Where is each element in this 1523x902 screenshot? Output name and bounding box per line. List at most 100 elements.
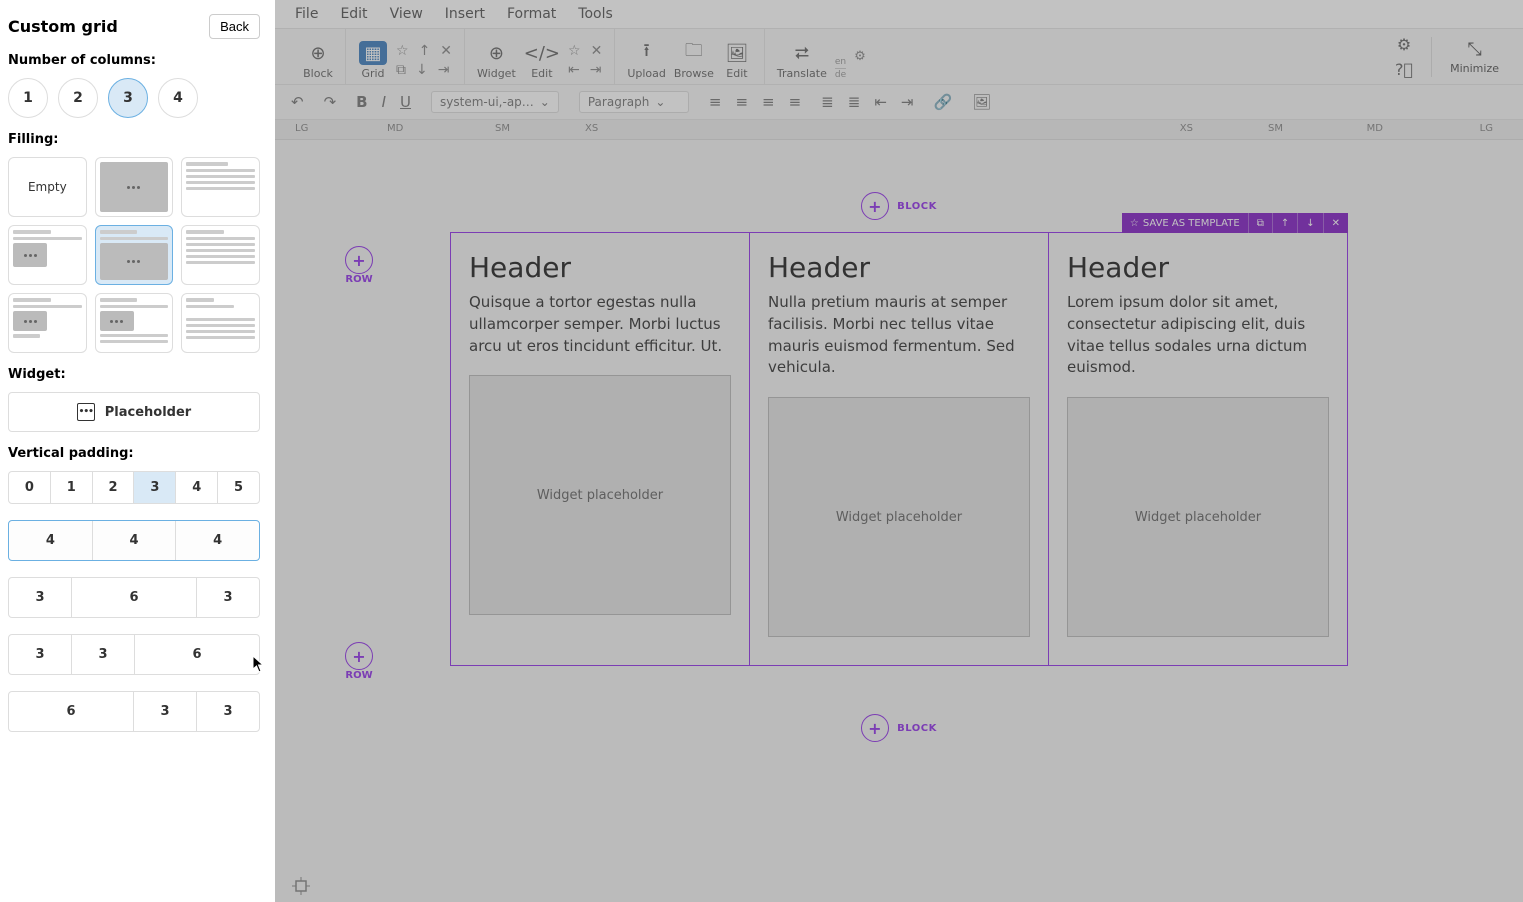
block-tool[interactable]: ⊕Block	[303, 41, 333, 80]
translate-tool[interactable]: ⮂Translate	[777, 41, 827, 80]
padding-option-5[interactable]: 5	[218, 472, 259, 503]
align-left-icon[interactable]: ≡	[709, 93, 722, 111]
grid-column-2[interactable]: Header Lorem ipsum dolor sit amet, conse…	[1049, 233, 1347, 665]
layout-row-1[interactable]: 3 6 3	[8, 577, 260, 618]
align-right-icon[interactable]: ≡	[762, 93, 775, 111]
image-icon: 🖼	[725, 41, 748, 65]
edit-widget-tool[interactable]: </>Edit	[524, 41, 560, 80]
move-up-button[interactable]: ↑	[1272, 213, 1297, 233]
copy-block-button[interactable]: ⧉	[1248, 213, 1272, 233]
column-option-1[interactable]: 1	[8, 78, 48, 118]
menu-insert[interactable]: Insert	[445, 6, 485, 22]
list-ordered-icon[interactable]: ≣	[848, 93, 861, 111]
folder-icon: 🗀	[685, 41, 703, 65]
filling-option-4[interactable]	[95, 225, 174, 285]
grid-icon: ▦	[359, 41, 386, 65]
save-as-template-button[interactable]: ☆SAVE AS TEMPLATE	[1122, 213, 1248, 233]
help-icon[interactable]: ?⃝	[1395, 60, 1413, 79]
padding-option-0[interactable]: 0	[9, 472, 51, 503]
close-icon[interactable]: ✕	[440, 43, 452, 59]
bp-sm: SM	[495, 123, 510, 134]
star-icon[interactable]: ☆	[568, 43, 581, 59]
bp-xs: XS	[585, 123, 598, 134]
filling-option-8[interactable]	[181, 293, 260, 353]
arrow-down-icon[interactable]: ↓	[416, 62, 428, 78]
widget-placeholder[interactable]: Widget placeholder	[768, 397, 1030, 637]
split-icon[interactable]: ⇥	[438, 62, 450, 78]
sliders-icon[interactable]: ⚙	[854, 49, 866, 64]
menu-edit[interactable]: Edit	[340, 6, 367, 22]
layout-row-2[interactable]: 3 3 6	[8, 634, 260, 675]
bold-icon[interactable]: B	[356, 93, 367, 111]
column-header: Header	[1067, 251, 1329, 284]
browse-tool[interactable]: 🗀Browse	[674, 41, 714, 80]
layout-cell: 3	[134, 692, 197, 731]
column-option-4[interactable]: 4	[158, 78, 198, 118]
padding-option-1[interactable]: 1	[51, 472, 93, 503]
add-row-bottom[interactable]: + ROW	[345, 642, 373, 681]
list-unordered-icon[interactable]: ≣	[821, 93, 834, 111]
sidebar-header: Custom grid Back	[8, 14, 260, 39]
indent-icon[interactable]: ⇥	[590, 62, 602, 78]
arrow-up-icon[interactable]: ↑	[419, 43, 431, 59]
widget-placeholder[interactable]: Widget placeholder	[1067, 397, 1329, 637]
padding-option-2[interactable]: 2	[93, 472, 135, 503]
padding-option-4[interactable]: 4	[176, 472, 218, 503]
column-option-3[interactable]: 3	[108, 78, 148, 118]
filling-option-1[interactable]	[95, 157, 174, 217]
menu-file[interactable]: File	[295, 6, 318, 22]
grid-tool[interactable]: ▦Grid	[358, 41, 388, 80]
add-row-top[interactable]: + ROW	[345, 246, 373, 285]
widget-tool[interactable]: ⊕Widget	[477, 41, 516, 80]
outdent-icon[interactable]: ⇤	[874, 93, 887, 111]
plus-circle-icon: ⊕	[489, 41, 504, 65]
grid-block[interactable]: ☆SAVE AS TEMPLATE ⧉ ↑ ↓ ✕ Header Quisque…	[450, 232, 1348, 666]
paragraph-style-selector[interactable]: Paragraph⌄	[579, 91, 689, 113]
filling-option-7[interactable]	[95, 293, 174, 353]
arrow-down-icon: ↓	[1306, 218, 1314, 229]
menu-view[interactable]: View	[390, 6, 423, 22]
indent-icon[interactable]: ⇥	[901, 93, 914, 111]
align-justify-icon[interactable]: ≡	[789, 93, 802, 111]
padding-option-3[interactable]: 3	[134, 472, 176, 503]
copy-icon[interactable]: ⧉	[396, 62, 406, 78]
undo-icon[interactable]: ↶	[291, 93, 304, 111]
italic-icon[interactable]: I	[382, 93, 386, 111]
upload-tool[interactable]: ⭱Upload	[627, 41, 666, 80]
image-icon[interactable]: 🖼	[972, 93, 991, 111]
underline-icon[interactable]: U	[400, 93, 411, 111]
menu-format[interactable]: Format	[507, 6, 556, 22]
main-app: File Edit View Insert Format Tools ⊕Bloc…	[275, 0, 1523, 902]
widget-selector[interactable]: ••• Placeholder	[8, 392, 260, 432]
menu-tools[interactable]: Tools	[578, 6, 613, 22]
close-block-button[interactable]: ✕	[1323, 213, 1348, 233]
translate-icon: ⮂	[795, 41, 809, 65]
settings-icon[interactable]: ⚙	[1397, 35, 1411, 54]
star-icon: ☆	[1130, 218, 1139, 229]
align-center-icon[interactable]: ≡	[735, 93, 748, 111]
minimize-button[interactable]: ⤡Minimize	[1450, 39, 1499, 75]
layout-row-3[interactable]: 6 3 3	[8, 691, 260, 732]
outdent-icon[interactable]: ⇤	[568, 62, 580, 78]
grid-column-1[interactable]: Header Nulla pretium mauris at semper fa…	[750, 233, 1049, 665]
close-icon[interactable]: ✕	[591, 43, 603, 59]
link-icon[interactable]: 🔗	[933, 93, 952, 111]
star-icon[interactable]: ☆	[396, 43, 409, 59]
filling-option-empty[interactable]: Empty	[8, 157, 87, 217]
widget-placeholder[interactable]: Widget placeholder	[469, 375, 731, 615]
filling-option-2[interactable]	[181, 157, 260, 217]
filling-option-5[interactable]	[181, 225, 260, 285]
redo-icon[interactable]: ↷	[324, 93, 337, 111]
filling-option-3[interactable]	[8, 225, 87, 285]
canvas-anchor-icon[interactable]	[291, 876, 311, 896]
layout-row-0[interactable]: 4 4 4	[8, 520, 260, 561]
edit-image-tool[interactable]: 🖼Edit	[722, 41, 752, 80]
font-selector[interactable]: system-ui,-ap…⌄	[431, 91, 559, 113]
grid-column-0[interactable]: Header Quisque a tortor egestas nulla ul…	[451, 233, 750, 665]
move-down-button[interactable]: ↓	[1297, 213, 1322, 233]
add-block-bottom[interactable]: + BLOCK	[275, 714, 1523, 742]
back-button[interactable]: Back	[209, 14, 260, 39]
padding-options: 0 1 2 3 4 5	[8, 471, 260, 504]
column-option-2[interactable]: 2	[58, 78, 98, 118]
filling-option-6[interactable]	[8, 293, 87, 353]
